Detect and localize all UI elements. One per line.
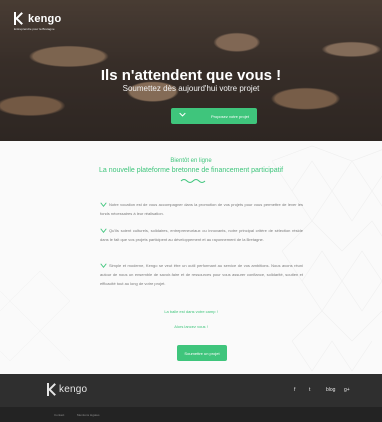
paragraph-text: Simple et moderne, Kengo se veut être un… [100, 263, 303, 286]
paragraph-text: Notre vocation est de vous accompagner d… [100, 202, 303, 216]
footer-logo[interactable]: kengo [47, 383, 87, 396]
submit-project-button[interactable]: Soumettre un projet [177, 345, 227, 361]
footer: kengo f t blog g+ Contact Mentions légal… [0, 374, 382, 422]
chevron-down-icon [100, 263, 107, 269]
main-content: Bientôt en ligne La nouvelle plateforme … [0, 141, 382, 374]
triangle-pattern-decoration [271, 145, 382, 372]
paragraph-vocation: Notre vocation est de vous accompagner d… [100, 200, 303, 218]
chevron-down-icon [179, 112, 186, 117]
legal-notice-link[interactable]: Mentions légales [77, 413, 100, 417]
propose-project-label: Proposez votre projet [210, 113, 249, 119]
logo-mark-icon [47, 383, 59, 396]
contact-link[interactable]: Contact [54, 413, 64, 417]
logo-tagline: Entreprendre pour la Bretagne [14, 27, 55, 31]
platform-tagline: La nouvelle plateforme bretonne de finan… [98, 167, 284, 174]
logo[interactable]: kengo [14, 12, 61, 25]
page: kengo Entreprendre pour la Bretagne Ils … [0, 0, 382, 422]
blog-icon[interactable]: blog [326, 387, 335, 393]
footer-top: kengo f t blog g+ [0, 374, 382, 407]
hero-title: Ils n'attendent que vous ! [100, 67, 282, 84]
twitter-icon[interactable]: t [309, 387, 310, 393]
chevron-down-icon [100, 228, 107, 234]
logo-text: kengo [28, 12, 62, 25]
google-plus-icon[interactable]: g+ [344, 387, 350, 393]
coming-soon-heading: Bientôt en ligne [170, 158, 212, 164]
paragraph-tool: Simple et moderne, Kengo se veut être un… [100, 261, 303, 288]
chevron-down-icon [100, 202, 107, 208]
footer-logo-text: kengo [59, 384, 88, 395]
propose-project-button[interactable]: Proposez votre projet [171, 108, 257, 124]
paragraph-criteria: Qu'ils soient culturels, solidaires, ent… [100, 226, 303, 244]
hero-banner: kengo Entreprendre pour la Bretagne Ils … [0, 0, 382, 141]
paragraph-text: Qu'ils soient culturels, solidaires, ent… [100, 228, 303, 242]
go-for-it-link[interactable]: Alors lancez vous ! [0, 324, 382, 329]
logo-mark-icon [14, 12, 26, 25]
wave-divider-icon [180, 179, 206, 183]
hero-subtitle: Soumettez dès aujourd'hui votre projet [122, 84, 260, 93]
footer-bottom: Contact Mentions légales [0, 407, 382, 422]
facebook-icon[interactable]: f [294, 387, 295, 393]
ball-in-your-court-link[interactable]: La balle est dans votre camp ! [0, 309, 382, 314]
